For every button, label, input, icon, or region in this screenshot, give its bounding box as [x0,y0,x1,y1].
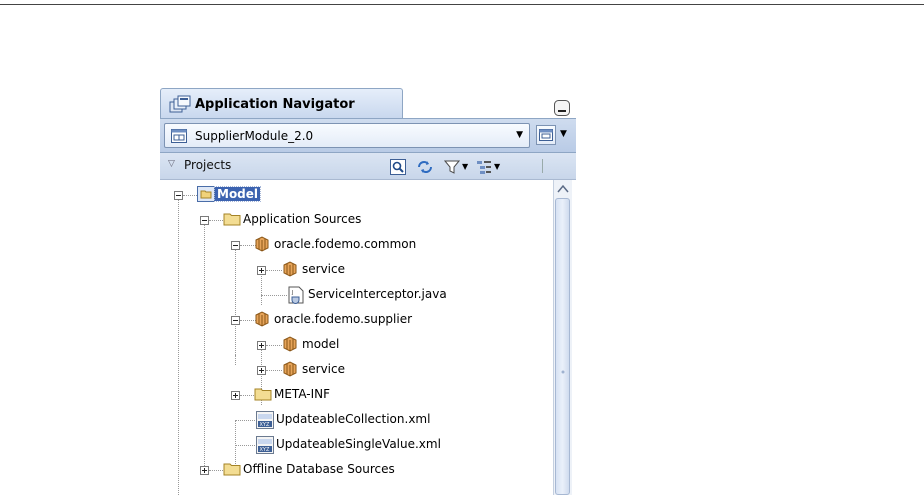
scrollbar-thumb[interactable] [555,198,570,495]
projects-header[interactable]: ▽ Projects ▼ ▼ [160,153,576,180]
tree-node-label: oracle.fodemo.supplier [274,312,413,326]
toolbar-separator [542,159,543,173]
collapse-toggle-icon[interactable] [174,191,183,200]
working-set-icon [171,129,187,143]
package-icon [255,311,269,327]
refresh-icon[interactable] [416,159,434,175]
expand-toggle-icon[interactable] [257,366,266,375]
minimize-icon[interactable] [554,100,570,116]
tree-node-label: ServiceInterceptor.java [308,287,447,301]
package-icon [283,361,297,377]
folder-icon [223,463,241,476]
svg-text:XYZ: XYZ [260,422,270,428]
tree-node-label: UpdateableCollection.xml [276,412,431,426]
navigator-title: Application Navigator [195,97,355,112]
xml-file-icon: XYZ [256,436,274,454]
projects-label: Projects [184,158,232,172]
project-tree[interactable]: Model Application Sources oracle.fodemo.… [160,180,553,495]
vertical-scrollbar[interactable] [553,180,572,495]
expand-toggle-icon[interactable] [231,391,240,400]
working-sets-button[interactable] [536,125,556,145]
svg-text:XYZ: XYZ [260,447,270,453]
expand-toggle-icon[interactable] [257,341,266,350]
package-icon [283,336,297,352]
expand-toggle-icon[interactable] [200,466,209,475]
java-file-icon: J [288,286,304,304]
tree-node-label: oracle.fodemo.common [274,237,417,251]
scroll-up-arrow-icon[interactable] [555,182,571,196]
svg-text:J: J [291,290,293,296]
working-set-select[interactable]: SupplierModule_2.0 ▼ [164,123,530,148]
tree-node-label: UpdateableSingleValue.xml [276,437,441,451]
filter-icon[interactable] [444,159,460,175]
tree-line [235,355,236,365]
collapse-toggle-icon[interactable] [200,216,209,225]
tree-node-label: Model [213,186,262,202]
package-icon [255,236,269,252]
tree-line [261,295,287,296]
application-navigator-tab[interactable]: Application Navigator [160,88,403,118]
tree-line [235,445,255,446]
folder-icon [254,388,272,401]
application-navigator-icon [169,95,191,113]
navigator-tab-row: Application Navigator [160,86,576,119]
collapse-triangle-icon[interactable]: ▽ [168,159,175,169]
find-icon[interactable] [390,159,406,175]
expand-toggle-icon[interactable] [257,266,266,275]
folder-icon [223,213,241,226]
tree-node-label: Application Sources [243,212,362,226]
tree-line [235,245,236,355]
application-navigator-panel: Application Navigator SupplierModule_2.0… [160,86,576,495]
collapse-toggle-icon[interactable] [231,316,240,325]
tree-line [266,345,282,346]
tree-line [266,270,282,271]
tree-node-label: META-INF [274,387,331,401]
tree-line [261,270,262,305]
tree-node-label: model [302,337,340,351]
tree-options-icon[interactable] [476,159,492,175]
working-set-value: SupplierModule_2.0 [195,129,314,143]
tree-line [235,420,255,421]
scroll-grip-icon [561,370,565,374]
tree-line [266,370,282,371]
filter-dropdown-icon[interactable]: ▼ [462,162,468,171]
collapse-toggle-icon[interactable] [231,241,240,250]
tree-node-label: Offline Database Sources [243,462,395,476]
tree-options-dropdown-icon[interactable]: ▼ [494,162,500,171]
tree-line [183,195,197,196]
xml-file-icon: XYZ [256,411,274,429]
tree-node-label: service [302,262,345,276]
dropdown-arrow-icon: ▼ [516,130,523,140]
tree-line [178,195,179,495]
top-divider [0,4,924,5]
tree-node-label: service [302,362,345,376]
working-sets-dropdown-icon[interactable]: ▼ [560,129,567,139]
project-icon [197,186,215,202]
tree-line [204,220,205,470]
working-sets-icon [539,129,553,141]
working-set-bar: SupplierModule_2.0 ▼ ▼ [160,119,576,153]
package-icon [283,261,297,277]
